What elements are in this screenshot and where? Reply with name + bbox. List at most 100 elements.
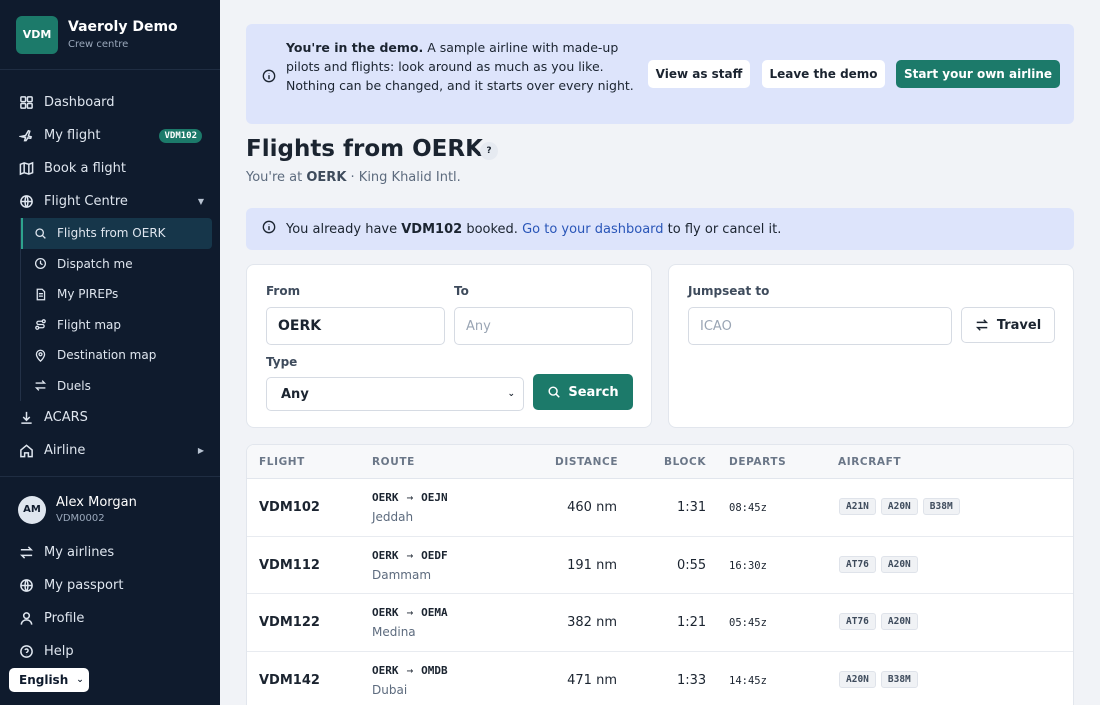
help-button[interactable]: ? [480,142,498,160]
type-value: Any [281,386,309,402]
distance: 471 nm [567,672,617,688]
nav-my-airlines[interactable]: My airlines [0,536,220,569]
route: OERK → OEMA [372,606,448,619]
alert-text: You already have VDM102 booked. Go to yo… [286,222,781,237]
aircraft-tag: AT76 [839,613,876,630]
nav-dashboard[interactable]: Dashboard [0,86,220,119]
arrow-right-icon: → [406,606,414,619]
travel-button[interactable]: Travel [961,307,1055,343]
location-prefix: You're at [246,170,307,185]
bottom-nav: My airlines My passport Profile Help [0,536,220,668]
table-row[interactable]: VDM102 OERK → OEJN Jeddah 460 nm 1:31 08:4… [247,479,1073,537]
nav-passport-label: My passport [44,578,124,593]
location-code: OERK [306,170,347,185]
nav-airline[interactable]: Airline ▶ [0,434,220,467]
jumpseat-input[interactable]: ICAO [688,307,952,345]
language-select[interactable]: English ⌄ [9,668,89,692]
chevron-down-icon: ⌄ [507,389,515,399]
arrow-right-icon: → [406,491,414,504]
flights-table: FLIGHT ROUTE DISTANCE BLOCK DEPARTS AIRC… [246,444,1074,705]
leave-demo-button[interactable]: Leave the demo [762,60,885,88]
globe-icon [18,194,34,210]
start-airline-button[interactable]: Start your own airline [896,60,1060,88]
route-to: OEMA [421,606,448,619]
nav-dashboard-label: Dashboard [44,95,115,110]
destination-city: Medina [372,625,416,639]
alert-middle: booked. [462,221,523,237]
route-to: OEJN [421,491,448,504]
nav-passport[interactable]: My passport [0,569,220,602]
flight-centre-submenu: Flights from OERK Dispatch me My PIREPs … [20,218,220,401]
sub-pireps[interactable]: My PIREPs [21,279,220,310]
header-block: BLOCK [664,456,707,468]
aircraft-tag: B38M [880,670,918,688]
jumpseat-label: Jumpseat to [688,284,770,298]
destination-city: Dammam [372,567,432,582]
header-distance: DISTANCE [555,456,619,468]
nav-my-airlines-label: My airlines [44,545,115,560]
sub-flight-map-label: Flight map [57,317,121,332]
table-body: VDM102 OERK → OEJN Jeddah 460 nm 1:31 08:4… [247,479,1073,705]
sub-flight-map[interactable]: Flight map [21,310,220,341]
user-card[interactable]: AM Alex Morgan VDM0002 [0,476,220,524]
type-select[interactable]: Any ⌄ [266,377,524,411]
nav-acars-label: ACARS [44,410,88,425]
swap-icon [975,319,988,331]
nav-acars[interactable]: ACARS [0,401,220,434]
clock-icon [33,257,47,271]
to-input[interactable]: Any [454,307,633,345]
route: OERK → OEJN [372,491,448,504]
distance: 191 nm [567,557,617,573]
nav-my-flight-label: My flight [44,128,101,143]
plane-icon [18,128,34,144]
search-button-label: Search [568,384,619,400]
sub-duels[interactable]: Duels [21,371,220,402]
alert-suffix: to fly or cancel it. [663,221,782,237]
sub-dispatch[interactable]: Dispatch me [21,249,220,280]
aircraft-tag: A20N [880,613,918,630]
nav-help[interactable]: Help [0,635,220,668]
swap-icon [33,379,47,393]
to-label: To [454,284,469,298]
sub-dispatch-label: Dispatch me [57,256,133,271]
destination-city: Dubai [372,682,408,697]
table-row[interactable]: VDM112 OERK → OEDF Dammam 191 nm 0:55 16:3… [247,537,1073,594]
route-from: OERK [372,491,399,504]
nav-flight-centre[interactable]: Flight Centre ▼ [0,185,220,218]
globe-icon [18,578,34,594]
brand[interactable]: VDM Vaeroly Demo Crew centre [0,0,220,70]
nav-book-flight[interactable]: Book a flight [0,152,220,185]
sub-flights-from-label: Flights from OERK [57,226,166,241]
location-name: · King Khalid Intl. [346,170,461,185]
user-name: Alex Morgan [56,495,137,510]
sub-destination-map[interactable]: Destination map [21,340,220,371]
flight-number[interactable]: VDM112 [259,558,320,573]
document-icon [33,287,47,301]
main-nav: Dashboard My flight VDM102 Book a flight… [0,70,220,467]
header-aircraft: AIRCRAFT [838,456,902,468]
alert-flight: VDM102 [401,221,463,237]
departure-time: 08:45z [729,502,767,514]
nav-profile[interactable]: Profile [0,602,220,635]
sub-flights-from[interactable]: Flights from OERK [21,218,212,249]
table-row[interactable]: VDM122 OERK → OEMA Medina 382 nm 1:21 05:4… [247,594,1073,652]
flight-number[interactable]: VDM122 [259,615,320,630]
flight-number[interactable]: VDM102 [259,500,320,515]
dashboard-link[interactable]: Go to your dashboard [522,222,663,237]
chevron-right-icon: ▶ [197,446,204,455]
swap-icon [18,545,34,561]
from-input[interactable]: OERK [266,307,445,345]
sub-destination-map-label: Destination map [57,348,157,363]
search-icon [548,386,561,398]
flight-number[interactable]: VDM142 [259,673,320,688]
aircraft-list: AT76 A20N [839,613,923,630]
table-row[interactable]: VDM142 OERK → OMDB Dubai 471 nm 1:33 14:45… [247,652,1073,705]
route-from: OERK [372,548,399,562]
from-label: From [266,284,301,298]
nav-my-flight[interactable]: My flight VDM102 [0,119,220,152]
destination-city: Jeddah [372,510,414,524]
block-time: 1:31 [677,500,707,515]
view-as-staff-button[interactable]: View as staff [648,60,750,88]
search-button[interactable]: Search [533,374,633,410]
dashboard-icon [18,95,34,111]
